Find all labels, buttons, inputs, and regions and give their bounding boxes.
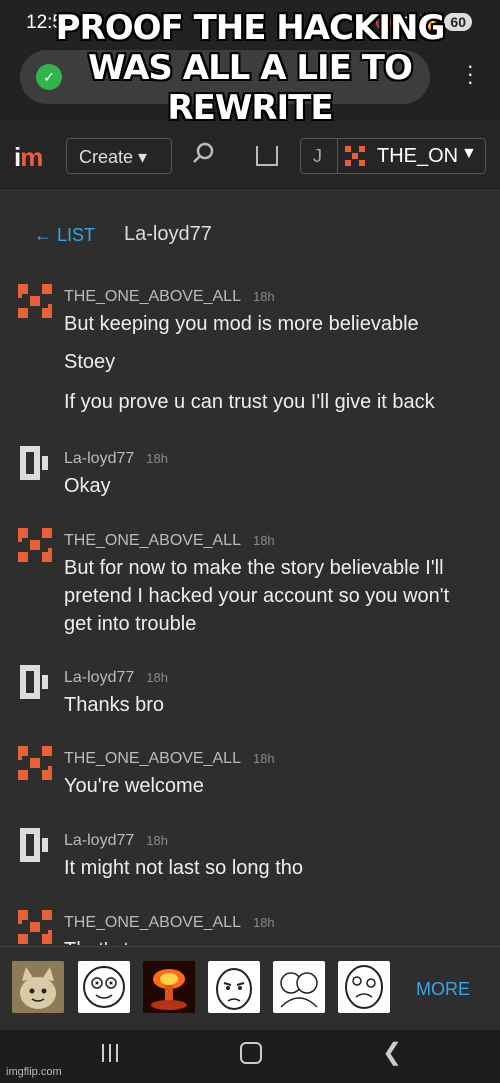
message-text: get into trouble	[64, 613, 197, 635]
watermark: imgflip.com	[6, 1066, 62, 1078]
sender-name: THE_ONE_ABOVE_ALL	[64, 914, 241, 931]
upload-icon[interactable]	[256, 146, 278, 166]
message-sender[interactable]: THE_ONE_ABOVE_ALL 18h	[64, 914, 275, 932]
back-icon[interactable]: ❮	[382, 1038, 402, 1067]
logo-letter-m: m	[20, 142, 43, 172]
message-text: It might not last so long tho	[64, 857, 304, 879]
system-nav-bar: ❮	[0, 1030, 500, 1083]
message-text: Stoey	[64, 351, 116, 373]
message-sender[interactable]: La-loyd77 18h	[64, 669, 168, 687]
message-time: 18h	[252, 915, 275, 930]
cat-icon[interactable]	[12, 961, 64, 1013]
user-avatar-icon[interactable]	[18, 284, 52, 318]
more-options-icon[interactable]: · · ·	[467, 55, 474, 93]
i-know-that-feel-icon[interactable]	[273, 961, 325, 1013]
meme-caption: PROOF THE HACKING WAS ALL A LIE TO REWRI…	[55, 8, 446, 128]
site-logo[interactable]: im	[14, 142, 43, 173]
chevron-down-icon: ▼	[461, 145, 477, 162]
explosion-icon[interactable]	[143, 961, 195, 1013]
message-text: But for now to make the story believable…	[64, 557, 444, 579]
message-time: 18h	[252, 289, 275, 304]
message-time: 18h	[252, 751, 275, 766]
user-avatar-icon[interactable]	[18, 665, 52, 699]
message-list: THE_ONE_ABOVE_ALL 18h But keeping you mod…	[0, 280, 500, 945]
sender-name: THE_ONE_ABOVE_ALL	[64, 750, 241, 767]
sender-name: La-loyd77	[64, 669, 135, 686]
sender-name: La-loyd77	[64, 450, 135, 467]
conversation-header: ← LIST La-loyd77	[0, 215, 500, 255]
message-sender[interactable]: La-loyd77 18h	[64, 450, 168, 468]
user-avatar-icon[interactable]	[18, 746, 52, 780]
user-avatar-icon[interactable]	[18, 446, 52, 480]
user-avatar-icon	[345, 146, 365, 166]
rage-face-icon[interactable]	[78, 961, 130, 1013]
derp-face-icon[interactable]	[338, 961, 390, 1013]
sender-name: THE_ONE_ABOVE_ALL	[64, 532, 241, 549]
message-time: 18h	[146, 451, 168, 466]
user-prefix: J	[313, 146, 322, 166]
message-time: 18h	[252, 533, 275, 548]
search-icon[interactable]	[192, 142, 214, 164]
message-text: But keeping you mod is more believable	[64, 313, 419, 335]
message-sender[interactable]: THE_ONE_ABOVE_ALL 18h	[64, 288, 275, 306]
conversation-title: La-loyd77	[124, 223, 212, 245]
message-text: If you prove u can trust you I'll give i…	[64, 391, 435, 413]
message-time: 18h	[146, 833, 168, 848]
user-avatar-icon[interactable]	[18, 828, 52, 862]
message-sender[interactable]: THE_ONE_ABOVE_ALL 18h	[64, 750, 275, 768]
okay-face-icon[interactable]	[208, 961, 260, 1013]
message-text: Okay	[64, 475, 111, 497]
reaction-bar: MORE	[0, 946, 500, 1031]
user-avatar-icon[interactable]	[18, 528, 52, 562]
message-text: pretend I hacked your account so you won…	[64, 585, 450, 607]
sender-name: THE_ONE_ABOVE_ALL	[64, 288, 241, 305]
create-label: Create	[79, 147, 134, 167]
user-menu-button[interactable]: J THE_ON ▼	[300, 138, 486, 174]
message-text: That's true	[64, 936, 158, 945]
recents-icon[interactable]	[102, 1044, 122, 1062]
sender-name: La-loyd77	[64, 832, 135, 849]
message-text: You're welcome	[64, 775, 204, 797]
site-header: im Create ▾ J THE_ON ▼	[0, 120, 500, 191]
message-sender[interactable]: THE_ONE_ABOVE_ALL 18h	[64, 532, 275, 550]
user-name: THE_ON	[377, 145, 459, 167]
message-sender[interactable]: La-loyd77 18h	[64, 832, 168, 850]
message-text: Thanks bro	[64, 694, 165, 716]
home-icon[interactable]	[240, 1042, 262, 1064]
back-to-list-link[interactable]: ← LIST	[34, 225, 95, 246]
more-reactions-button[interactable]: MORE	[416, 979, 470, 1000]
message-time: 18h	[146, 670, 168, 685]
create-button[interactable]: Create ▾	[66, 138, 172, 174]
user-avatar-icon[interactable]	[18, 910, 52, 944]
